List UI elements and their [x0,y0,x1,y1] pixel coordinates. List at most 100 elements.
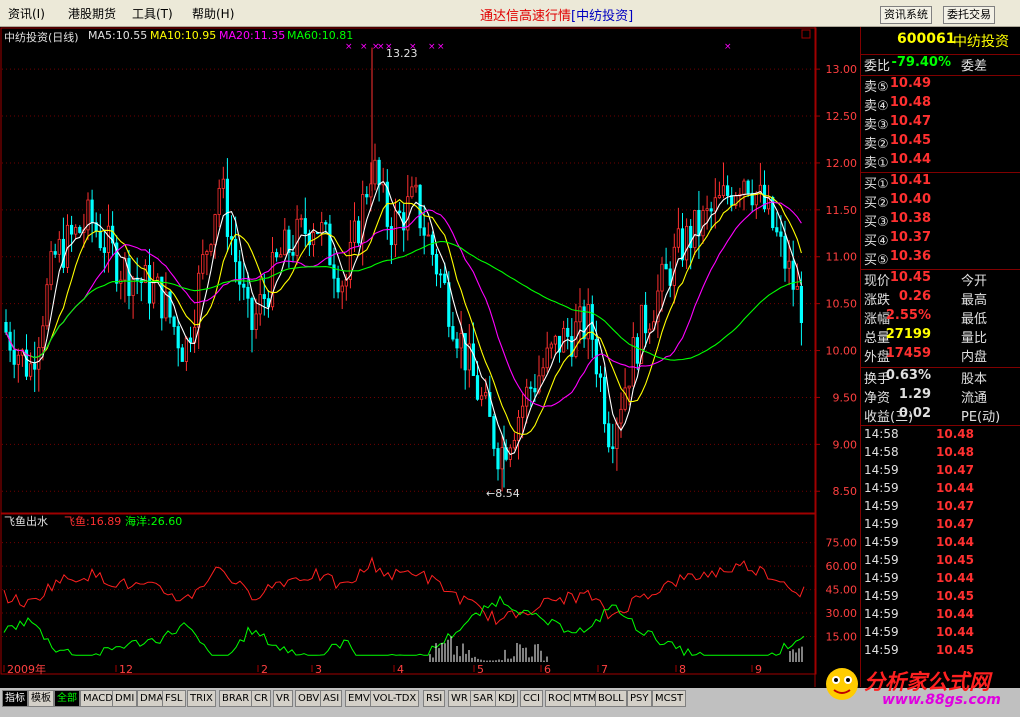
candle-body [545,347,549,369]
tick-time: 14:59 [864,625,899,639]
tab-mcst[interactable]: MCST [652,690,687,707]
app-title-text: 通达信高速行情 [480,9,572,24]
tab-brar[interactable]: BRAR [219,690,253,707]
candle-body [246,286,250,299]
ask-row[interactable]: 卖④ 10.48 [861,95,1020,114]
stat-label: 现价 [864,274,891,289]
bid-price: 10.38 [889,211,931,226]
candle-body [57,238,61,255]
x-tick-label: 12 [119,663,133,676]
candle-body [98,230,102,249]
tick-time: 14:59 [864,517,899,531]
tab-roc[interactable]: ROC [545,690,573,707]
kline-chart[interactable]: 13.00 12.50 12.00 11.50 11.00 10.50 10.00 9.50 9… [0,27,860,687]
app-title-stock: [中纺投资] [571,9,634,24]
tab-emv[interactable]: EMV [345,690,373,707]
ask-row[interactable]: 卖② 10.45 [861,133,1020,152]
ask-row[interactable]: 卖③ 10.47 [861,114,1020,133]
tab-boll[interactable]: BOLL [595,690,627,707]
tick-time: 14:59 [864,607,899,621]
candle-body [455,338,459,349]
ask-row[interactable]: 卖⑤ 10.49 [861,76,1020,95]
tick-price: 10.45 [936,643,974,657]
stat-row: 现价 10.45 今开 [861,270,1020,289]
candle-body [451,326,455,340]
stat-row: 涨跌 0.26 最高 [861,289,1020,308]
candle-body [475,375,480,400]
tab-模板[interactable]: 模板 [28,690,54,707]
candle-body [447,282,451,327]
tab-kdj[interactable]: KDJ [495,690,519,707]
candle-body [795,285,799,290]
tab-全部[interactable]: 全部 [54,690,80,707]
menu-tools[interactable]: 工具(T) [132,5,173,22]
tab-obv[interactable]: OBV [295,690,323,707]
ask-label: 卖③ [864,118,889,133]
tick-price: 10.47 [936,517,974,531]
y-tick-label: 9.00 [833,438,858,451]
candle-body [529,386,533,389]
candle-body [74,226,78,235]
stat-row: 净资 1.29 流通 [861,387,1020,406]
candle-body [496,448,500,470]
candle-body [70,224,74,235]
candle-body [438,273,443,276]
indicator-pane-frame [0,513,817,675]
app-title: 通达信高速行情[中纺投资] [480,5,633,24]
menu-hk-futures[interactable]: 港股期货 [68,5,116,22]
stat-label2: 股本 [961,372,988,387]
candle-body [434,254,439,275]
bid-row[interactable]: 买④ 10.37 [861,230,1020,249]
bid-row[interactable]: 买⑤ 10.36 [861,249,1020,268]
tab-vol-tdx[interactable]: VOL-TDX [370,690,420,707]
bid-row[interactable]: 买② 10.40 [861,192,1020,211]
indicator-name: 飞鱼出水 [4,515,48,528]
menu-news[interactable]: 资讯(I) [8,5,45,22]
tab-asi[interactable]: ASI [320,690,343,707]
candle-body [180,347,184,362]
candle-body [410,186,414,198]
tab-trix[interactable]: TRIX [187,690,216,707]
bid-row[interactable]: 买① 10.41 [861,173,1020,192]
candle-body [41,325,45,348]
y-tick-label: 9.50 [833,391,858,404]
tab-cci[interactable]: CCI [520,690,543,707]
candle-body [521,405,525,418]
tick-price: 10.44 [936,625,974,639]
ind-y-tick-label: 45.00 [826,584,858,597]
weibi-label: 委比 [864,59,891,74]
candle-body [615,422,619,450]
tab-wr[interactable]: WR [448,690,471,707]
tab-指标[interactable]: 指标 [2,690,28,707]
bid-row[interactable]: 买③ 10.38 [861,211,1020,230]
trade-button[interactable]: 委托交易 [943,6,995,24]
stat-row: 收益(三) 0.02 PE(动) [861,406,1020,425]
candle-body [53,251,57,255]
candle-body [172,316,176,327]
candle-body [184,337,188,362]
signal-marker: × [360,42,368,52]
candle-body [262,294,266,300]
tab-cr[interactable]: CR [251,690,271,707]
tab-vr[interactable]: VR [273,690,293,707]
stat-label2: PE(动) [961,410,1001,425]
tab-dmi[interactable]: DMI [112,690,138,707]
tab-psy[interactable]: PSY [627,690,652,707]
tick-row: 14:59 10.45 [861,553,1020,571]
ask-row[interactable]: 卖① 10.44 [861,152,1020,171]
y-tick-label: 8.50 [833,485,858,498]
news-system-button[interactable]: 资讯系统 [880,6,932,24]
candle-body [619,408,623,424]
tab-sar[interactable]: SAR [470,690,497,707]
tab-fsl[interactable]: FSL [162,690,186,707]
candle-body [45,284,49,327]
tab-rsi[interactable]: RSI [423,690,446,707]
low-label: ←8.54 [486,487,520,500]
tab-macd[interactable]: MACD [80,690,116,707]
menu-help[interactable]: 帮助(H) [192,5,234,22]
ask-label: 卖① [864,156,889,171]
candle-body [37,347,41,370]
stat-value: 2.55% [885,308,931,323]
stat-label: 净资 [864,391,891,406]
candle-body [512,439,517,449]
